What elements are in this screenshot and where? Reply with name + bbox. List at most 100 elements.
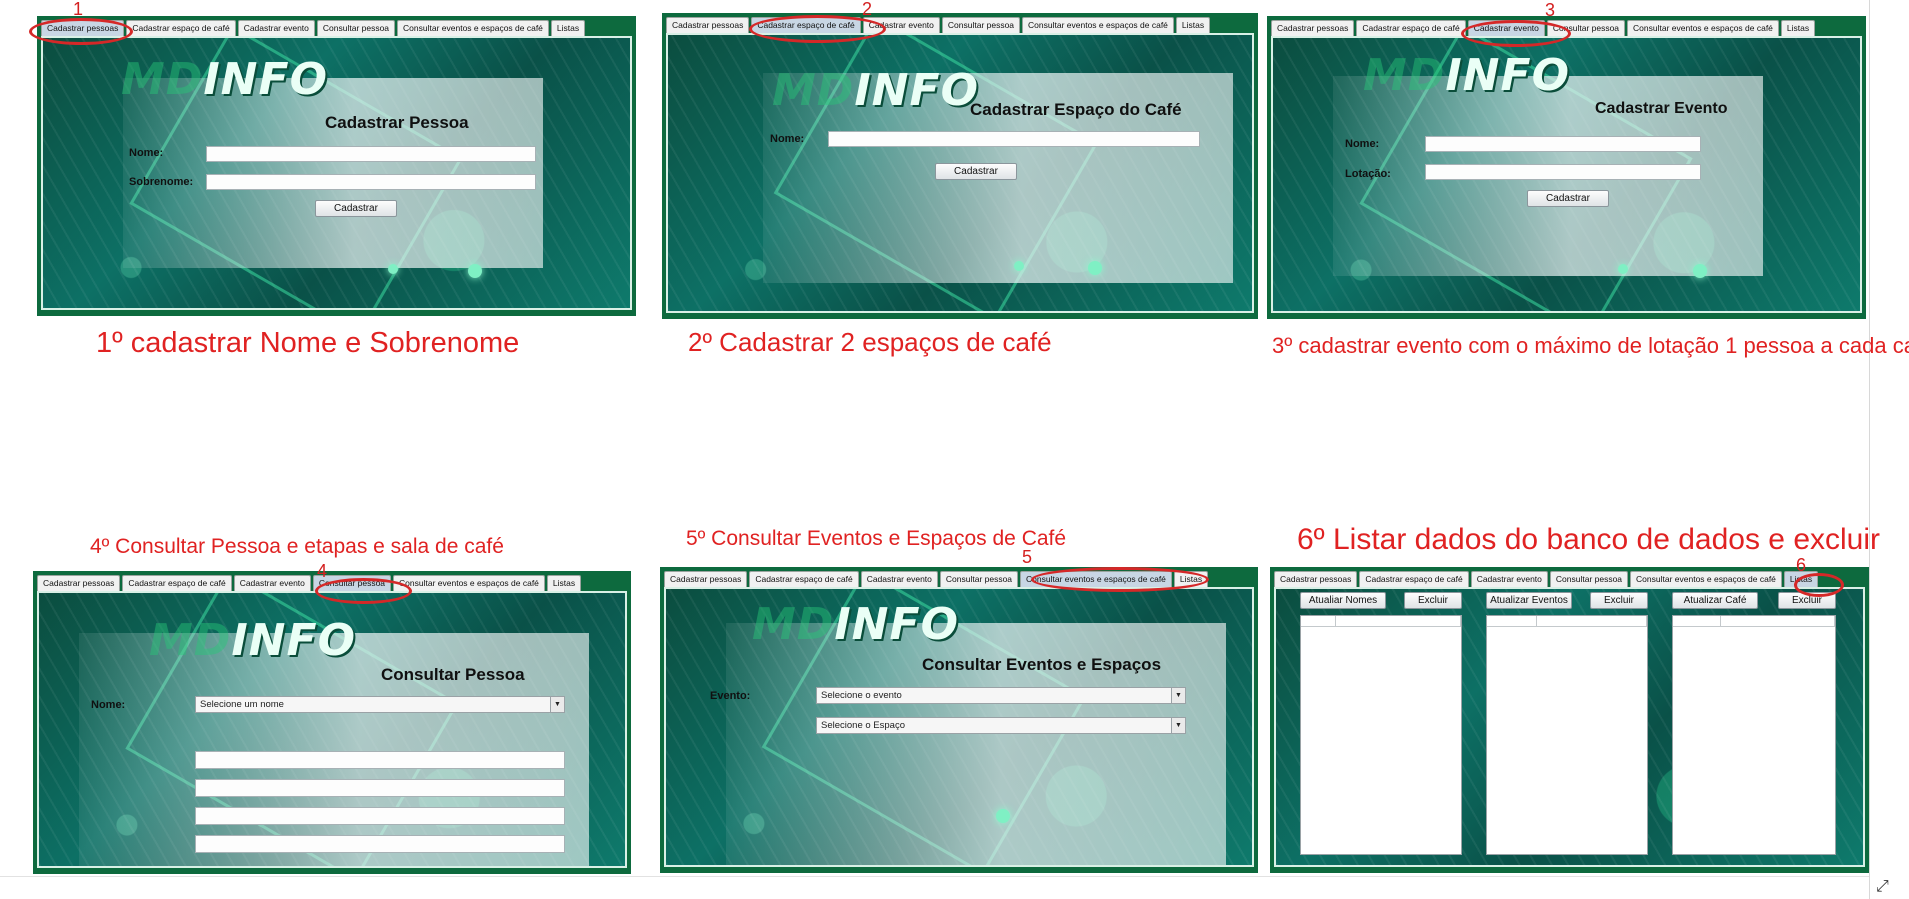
mdinfo-logo: MDINFO: [1363, 50, 1570, 101]
tab-cadastrar-pessoas[interactable]: Cadastrar pessoas: [37, 575, 121, 592]
tab-cadastrar-evento[interactable]: Cadastrar evento: [233, 575, 311, 592]
panel-listas: Cadastrar pessoas Cadastrar espaço de ca…: [1270, 567, 1869, 873]
cadastrar-button[interactable]: Cadastrar: [315, 200, 397, 217]
highlight-ring-5: [1031, 567, 1209, 592]
result-field-2: [195, 779, 565, 797]
tab-consultar-pessoa[interactable]: Consultar pessoa: [939, 571, 1019, 588]
panel-consultar-pessoa: Cadastrar pessoas Cadastrar espaço de ca…: [33, 571, 631, 874]
chevron-down-icon: ▼: [1171, 688, 1185, 703]
tab-cadastrar-espaco[interactable]: Cadastrar espaço de café: [122, 575, 232, 592]
panel-cadastrar-espaco: Cadastrar pessoas Cadastrar espaço de ca…: [662, 13, 1258, 319]
tab-listas[interactable]: Listas: [1175, 17, 1211, 34]
highlight-ring-3: [1461, 20, 1571, 47]
lotacao-label: Lotação:: [1345, 168, 1391, 180]
evento-select[interactable]: Selecione o evento ▼: [816, 687, 1186, 704]
nome-field[interactable]: [828, 131, 1200, 147]
tab-consultar-eventos[interactable]: Consultar eventos e espaços de café: [393, 575, 545, 592]
nome-field[interactable]: [1425, 136, 1701, 152]
step-caption-5: 5º Consultar Eventos e Espaços de Café: [686, 527, 1067, 550]
form-title: Consultar Eventos e Espaços: [922, 655, 1162, 674]
nomes-list[interactable]: [1300, 615, 1462, 855]
excluir-nomes-button[interactable]: Excluir: [1404, 592, 1462, 609]
eventos-list[interactable]: [1486, 615, 1648, 855]
lotacao-field[interactable]: [1425, 164, 1701, 180]
tab-cadastrar-pessoas[interactable]: Cadastrar pessoas: [1274, 571, 1358, 588]
nome-label: Nome:: [129, 147, 164, 159]
step-caption-6: 6º Listar dados do banco de dados e excl…: [1297, 523, 1881, 556]
nome-label: Nome:: [1345, 138, 1380, 150]
form-title: Consultar Pessoa: [381, 665, 525, 684]
tab-cadastrar-pessoas[interactable]: Cadastrar pessoas: [666, 17, 750, 34]
mdinfo-logo: MDINFO: [149, 615, 356, 666]
highlight-ring-1: [29, 18, 133, 45]
tab-listas[interactable]: Listas: [546, 575, 582, 592]
resize-handle-icon[interactable]: ⤢: [1876, 878, 1889, 896]
bottom-divider: [0, 876, 1869, 877]
atualizar-eventos-button[interactable]: Atualizar Eventos: [1486, 592, 1572, 609]
evento-label: Evento:: [710, 690, 751, 702]
step-caption-1: 1º cadastrar Nome e Sobrenome: [96, 327, 520, 359]
panel-cadastrar-evento: Cadastrar pessoas Cadastrar espaço de ca…: [1267, 16, 1866, 319]
cafe-list[interactable]: [1672, 615, 1836, 855]
tab-cadastrar-evento[interactable]: Cadastrar evento: [237, 20, 315, 37]
tab-cadastrar-evento[interactable]: Cadastrar evento: [1470, 571, 1548, 588]
highlight-ring-2: [749, 15, 886, 43]
chevron-down-icon: ▼: [1171, 718, 1185, 733]
cadastrar-button[interactable]: Cadastrar: [1527, 190, 1609, 207]
right-divider: [1869, 0, 1870, 899]
tab-consultar-eventos[interactable]: Consultar eventos e espaços de café: [1022, 17, 1174, 34]
nome-field[interactable]: [206, 146, 536, 162]
tab-consultar-pessoa[interactable]: Consultar pessoa: [1549, 571, 1629, 588]
nome-label: Nome:: [91, 699, 126, 711]
form-title: Cadastrar Evento: [1595, 100, 1728, 117]
atualizar-cafe-button[interactable]: Atualizar Café: [1672, 592, 1758, 609]
tab-cadastrar-espaco[interactable]: Cadastrar espaço de café: [1359, 571, 1469, 588]
tab-cadastrar-espaco[interactable]: Cadastrar espaço de café: [126, 20, 236, 37]
nome-select[interactable]: Selecione um nome ▼: [195, 696, 565, 713]
chevron-down-icon: ▼: [550, 697, 564, 712]
tab-consultar-pessoa[interactable]: Consultar pessoa: [316, 20, 396, 37]
tab-cadastrar-espaco[interactable]: Cadastrar espaço de café: [1356, 20, 1466, 37]
nome-label: Nome:: [770, 133, 805, 145]
step-marker-1: 1: [73, 0, 84, 19]
panel-cadastrar-pessoa: Cadastrar pessoas Cadastrar espaço de ca…: [37, 16, 636, 316]
step-marker-2: 2: [862, 0, 873, 19]
background-scene: Atualiar Nomes Excluir Atualizar Eventos…: [1274, 587, 1865, 867]
tab-cadastrar-espaco[interactable]: Cadastrar espaço de café: [749, 571, 859, 588]
tab-cadastrar-evento[interactable]: Cadastrar evento: [860, 571, 938, 588]
mdinfo-logo: MDINFO: [121, 54, 328, 105]
tab-listas[interactable]: Listas: [1780, 20, 1816, 37]
tab-bar: Cadastrar pessoas Cadastrar espaço de ca…: [1274, 571, 1865, 588]
result-field-4: [195, 835, 565, 853]
form-card: [123, 78, 543, 268]
mdinfo-logo: MDINFO: [752, 599, 959, 650]
background-scene: MDINFO Cadastrar Pessoa Nome: Sobrenome:…: [41, 36, 632, 310]
tab-listas[interactable]: Listas: [550, 20, 586, 37]
tab-consultar-eventos[interactable]: Consultar eventos e espaços de café: [1630, 571, 1782, 588]
tab-cadastrar-pessoas[interactable]: Cadastrar pessoas: [664, 571, 748, 588]
step-caption-2: 2º Cadastrar 2 espaços de café: [688, 327, 1052, 357]
step-caption-3: 3º cadastrar evento com o máximo de lota…: [1272, 333, 1909, 358]
step-marker-5: 5: [1022, 547, 1033, 567]
sobrenome-field[interactable]: [206, 174, 536, 190]
tab-consultar-pessoa[interactable]: Consultar pessoa: [941, 17, 1021, 34]
background-scene: MDINFO Consultar Pessoa Nome: Selecione …: [37, 591, 627, 868]
excluir-eventos-button[interactable]: Excluir: [1590, 592, 1648, 609]
form-title: Cadastrar Pessoa: [325, 113, 469, 132]
step-marker-6: 6: [1796, 555, 1807, 575]
result-field-3: [195, 807, 565, 825]
panel-consultar-eventos: Cadastrar pessoas Cadastrar espaço de ca…: [660, 567, 1258, 873]
tab-cadastrar-pessoas[interactable]: Cadastrar pessoas: [1271, 20, 1355, 37]
step-marker-3: 3: [1545, 0, 1556, 20]
field-label-1: [91, 753, 94, 765]
cadastrar-button[interactable]: Cadastrar: [935, 163, 1017, 180]
tab-consultar-eventos[interactable]: Consultar eventos e espaços de café: [397, 20, 549, 37]
atualizar-nomes-button[interactable]: Atualiar Nomes: [1300, 592, 1386, 609]
highlight-ring-4: [315, 578, 412, 604]
mdinfo-logo: MDINFO: [772, 65, 979, 116]
form-title: Cadastrar Espaço do Café: [970, 100, 1182, 119]
espaco-select[interactable]: Selecione o Espaço ▼: [816, 717, 1186, 734]
sobrenome-label: Sobrenome:: [129, 176, 194, 188]
tab-consultar-eventos[interactable]: Consultar eventos e espaços de café: [1627, 20, 1779, 37]
result-field-1: [195, 751, 565, 769]
